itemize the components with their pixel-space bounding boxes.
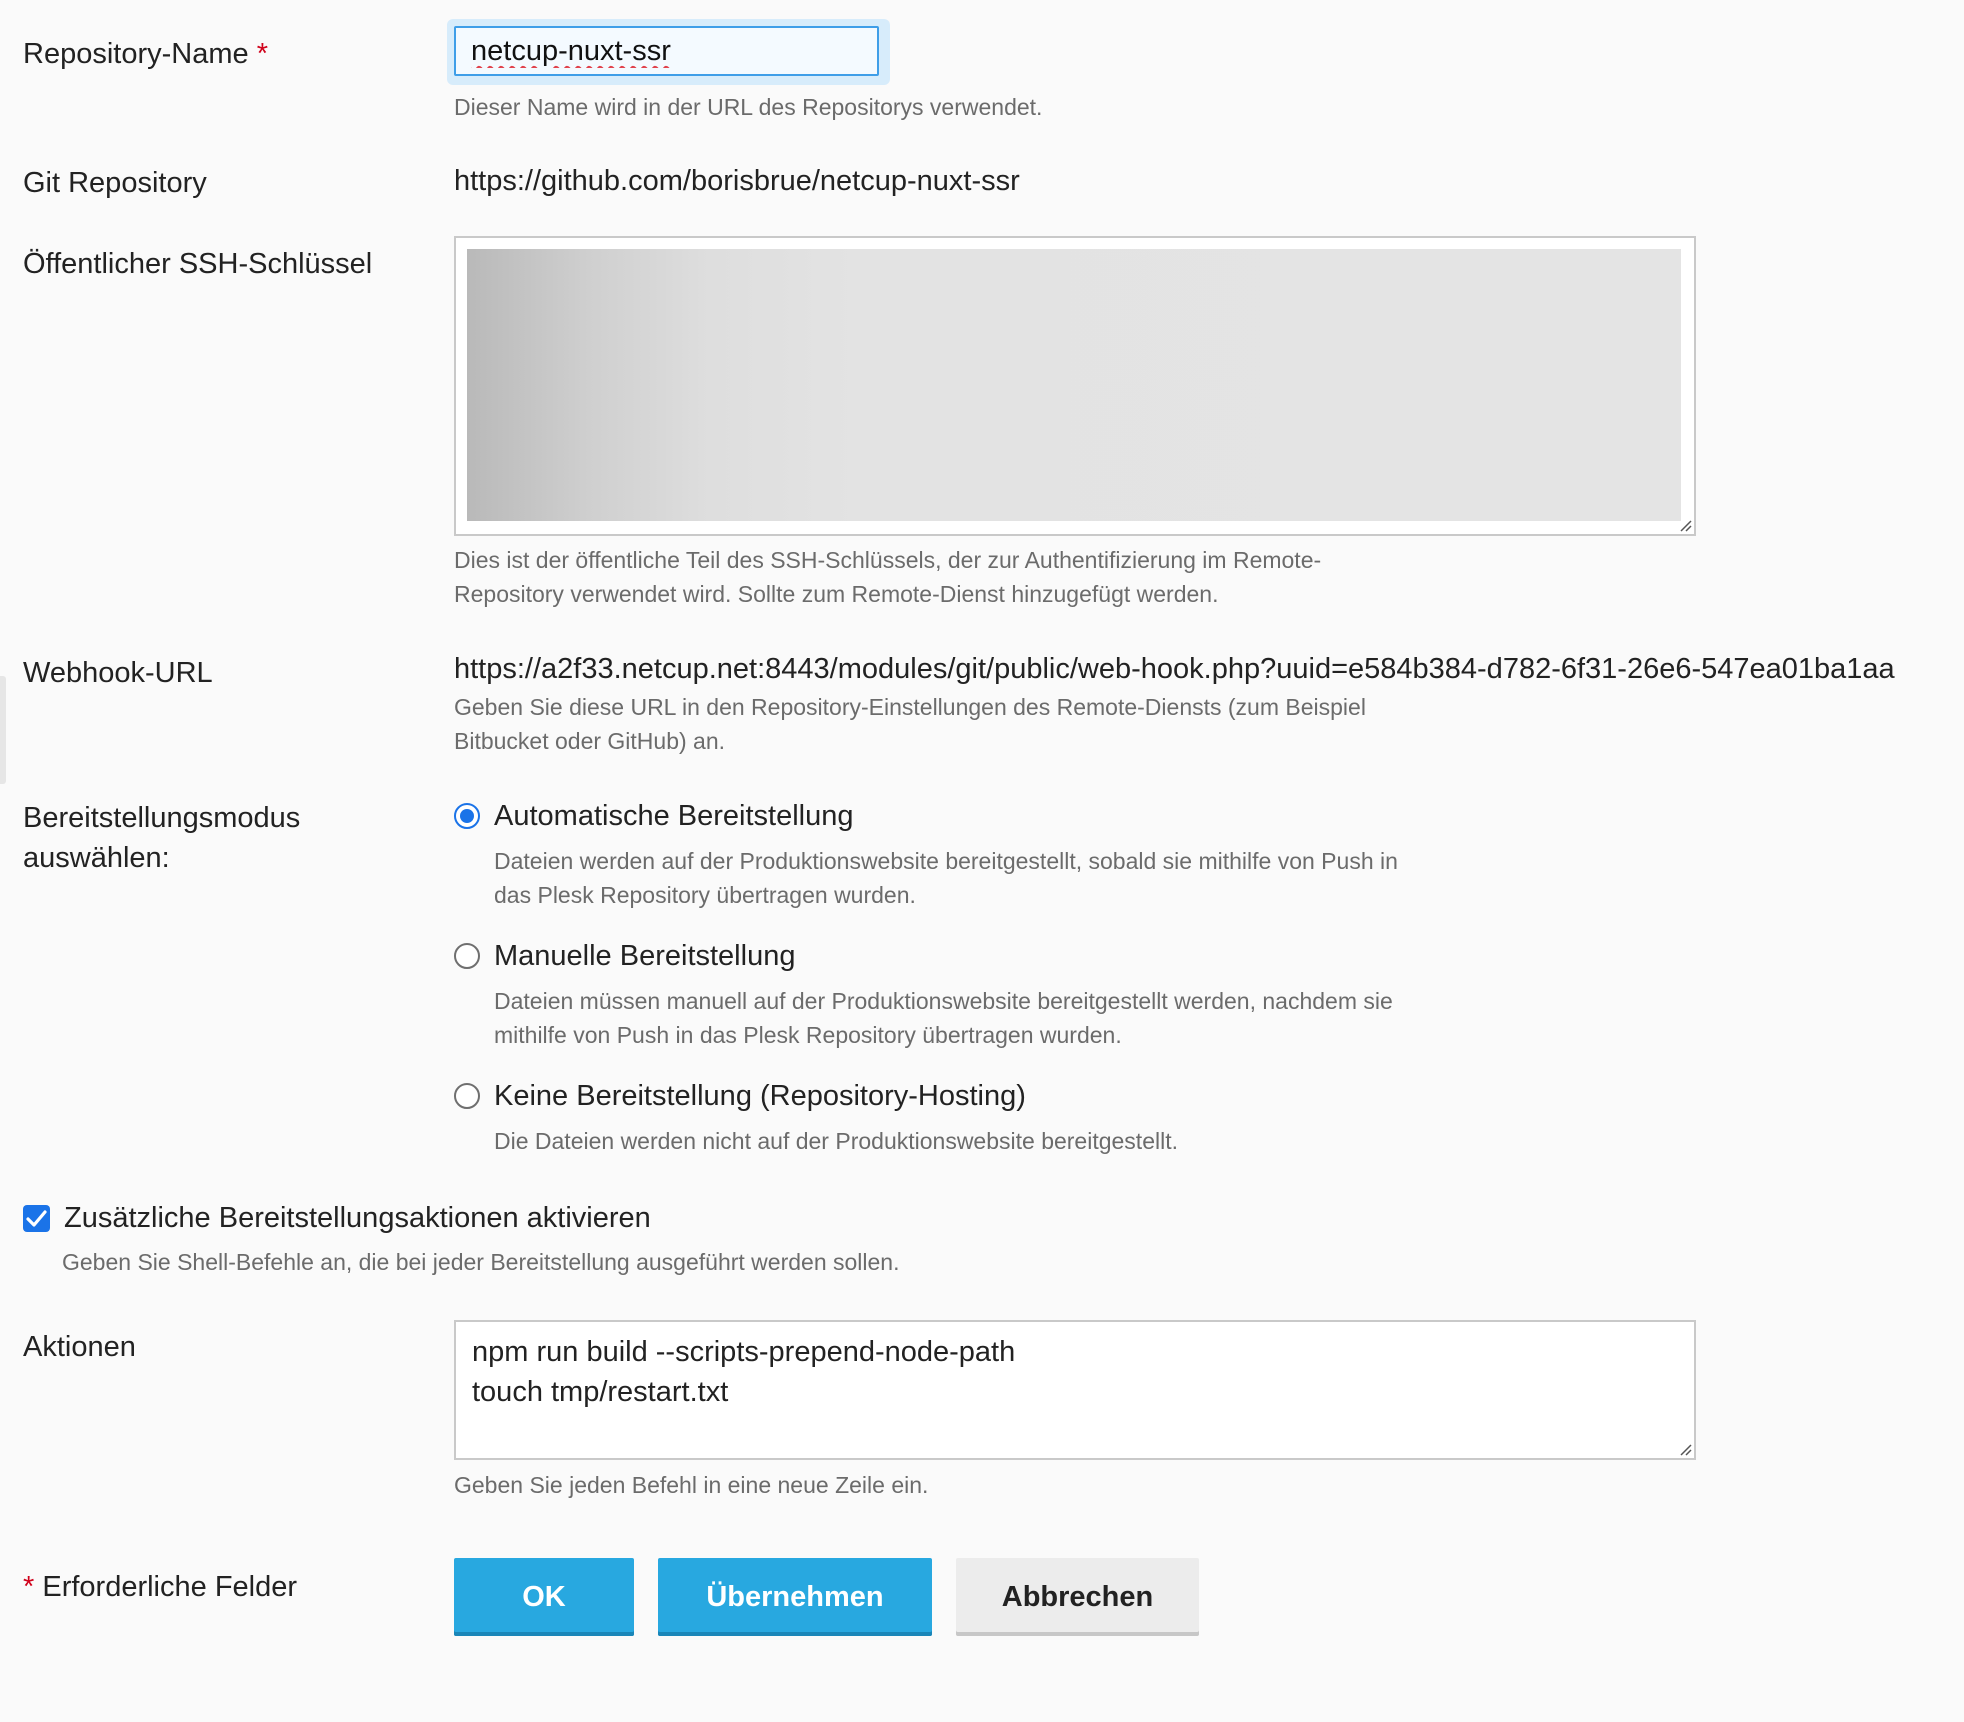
additional-actions-hint: Geben Sie Shell-Befehle an, die bei jede… bbox=[62, 1249, 900, 1275]
resize-grip-icon[interactable] bbox=[1678, 1442, 1692, 1456]
deploy-mode-label-line-1: Bereitstellungsmodus bbox=[23, 802, 301, 834]
apply-button[interactable]: Übernehmen bbox=[658, 1558, 932, 1636]
radio-no-deployment[interactable]: Keine Bereitstellung (Repository-Hosting… bbox=[454, 1076, 1026, 1116]
git-repository-label: Git Repository bbox=[23, 167, 207, 199]
repository-name-focus-ring bbox=[447, 19, 890, 85]
no-deployment-desc: Die Dateien werden nicht auf der Produkt… bbox=[494, 1128, 1178, 1154]
git-repository-settings-form: Repository-Name * Dieser Name wird in de… bbox=[0, 0, 1964, 1722]
actions-label: Aktionen bbox=[23, 1331, 136, 1363]
ssh-key-hint-line-1: Dies ist der öffentliche Teil des SSH-Sc… bbox=[454, 547, 1322, 573]
automatic-deployment-desc-line-2: das Plesk Repository übertragen wurden. bbox=[494, 882, 916, 908]
required-fields-note: * Erforderliche Felder bbox=[23, 1566, 297, 1608]
additional-actions-checkbox-row[interactable]: Zusätzliche Bereitstellungsaktionen akti… bbox=[23, 1198, 651, 1238]
side-edge-marker bbox=[0, 676, 6, 784]
deploy-mode-label-line-2: auswählen: bbox=[23, 842, 170, 874]
radio-label: Manuelle Bereitstellung bbox=[494, 940, 796, 972]
actions-command-line: touch tmp/restart.txt bbox=[472, 1376, 729, 1408]
ssh-key-redacted-content bbox=[467, 249, 1681, 521]
required-fields-text: Erforderliche Felder bbox=[42, 1571, 298, 1603]
cancel-button[interactable]: Abbrechen bbox=[956, 1558, 1199, 1636]
repository-name-label: Repository-Name * bbox=[23, 33, 268, 75]
repository-name-input[interactable] bbox=[454, 26, 879, 76]
radio-automatic-deployment[interactable]: Automatische Bereitstellung bbox=[454, 796, 853, 836]
radio-button[interactable] bbox=[454, 943, 480, 969]
repository-name-label-text: Repository-Name bbox=[23, 38, 249, 70]
additional-actions-checkbox[interactable] bbox=[23, 1204, 50, 1232]
ok-button[interactable]: OK bbox=[454, 1558, 634, 1636]
radio-button[interactable] bbox=[454, 1083, 480, 1109]
radio-label: Automatische Bereitstellung bbox=[494, 800, 854, 832]
additional-actions-label: Zusätzliche Bereitstellungsaktionen akti… bbox=[64, 1202, 651, 1234]
actions-hint: Geben Sie jeden Befehl in eine neue Zeil… bbox=[454, 1472, 929, 1498]
git-repository-url: https://github.com/borisbrue/netcup-nuxt… bbox=[454, 165, 1020, 197]
radio-button-selected[interactable] bbox=[454, 803, 480, 829]
ssh-key-hint-line-2: Repository verwendet wird. Sollte zum Re… bbox=[454, 581, 1219, 607]
webhook-hint-line-1: Geben Sie diese URL in den Repository-Ei… bbox=[454, 694, 1366, 720]
ssh-key-label: Öffentlicher SSH-Schlüssel bbox=[23, 248, 373, 280]
repository-name-hint: Dieser Name wird in der URL des Reposito… bbox=[454, 94, 1043, 120]
required-star: * bbox=[23, 1571, 35, 1603]
resize-grip-icon[interactable] bbox=[1678, 518, 1692, 532]
ssh-key-textarea[interactable] bbox=[454, 236, 1696, 536]
checkmark-icon bbox=[26, 1209, 47, 1227]
webhook-url-label: Webhook-URL bbox=[23, 657, 213, 689]
webhook-hint-line-2: Bitbucket oder GitHub) an. bbox=[454, 728, 726, 754]
radio-label: Keine Bereitstellung (Repository-Hosting… bbox=[494, 1080, 1026, 1112]
webhook-url-value: https://a2f33.netcup.net:8443/modules/gi… bbox=[454, 653, 1895, 685]
actions-textarea[interactable]: npm run build --scripts-prepend-node-pat… bbox=[454, 1320, 1696, 1460]
required-star: * bbox=[256, 38, 268, 70]
actions-command-line: npm run build --scripts-prepend-node-pat… bbox=[472, 1336, 1016, 1368]
automatic-deployment-desc-line-1: Dateien werden auf der Produktionswebsit… bbox=[494, 848, 1398, 874]
radio-manual-deployment[interactable]: Manuelle Bereitstellung bbox=[454, 936, 795, 976]
manual-deployment-desc-line-2: mithilfe von Push in das Plesk Repositor… bbox=[494, 1022, 1122, 1048]
manual-deployment-desc-line-1: Dateien müssen manuell auf der Produktio… bbox=[494, 988, 1393, 1014]
